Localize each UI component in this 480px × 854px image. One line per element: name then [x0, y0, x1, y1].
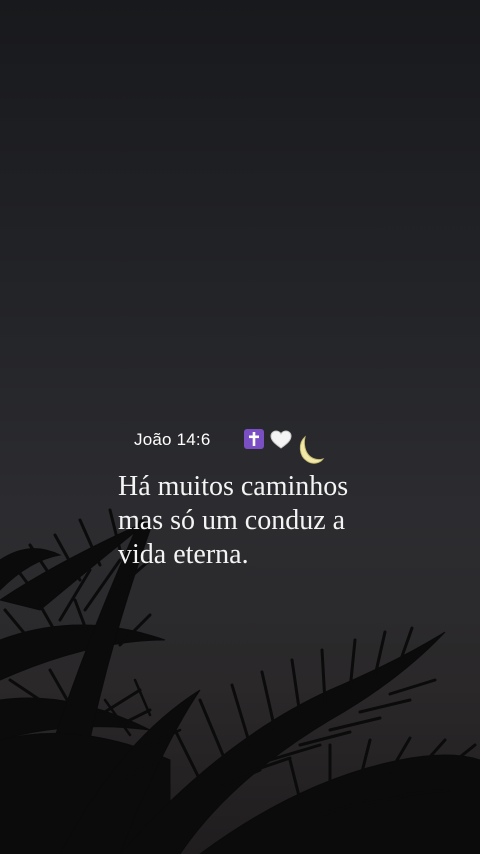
palm-leaves-silhouette: [0, 508, 480, 854]
latin-cross-emoji: [244, 429, 264, 449]
quote-line-3: vida eterna.: [118, 539, 249, 570]
crescent-moon-emoji: [296, 434, 326, 466]
verse-quote: Há muitos caminhos mas só um conduz a vi…: [118, 470, 458, 572]
verse-reference-row: João 14:6: [134, 426, 325, 466]
story-screen: João 14:6 Há muitos caminhos mas só um c…: [0, 0, 480, 854]
white-heart-emoji: [270, 430, 292, 450]
quote-line-1: Há muitos caminhos: [118, 471, 349, 502]
quote-line-2: mas só um conduz a: [118, 505, 346, 536]
verse-reference: João 14:6: [134, 430, 211, 449]
